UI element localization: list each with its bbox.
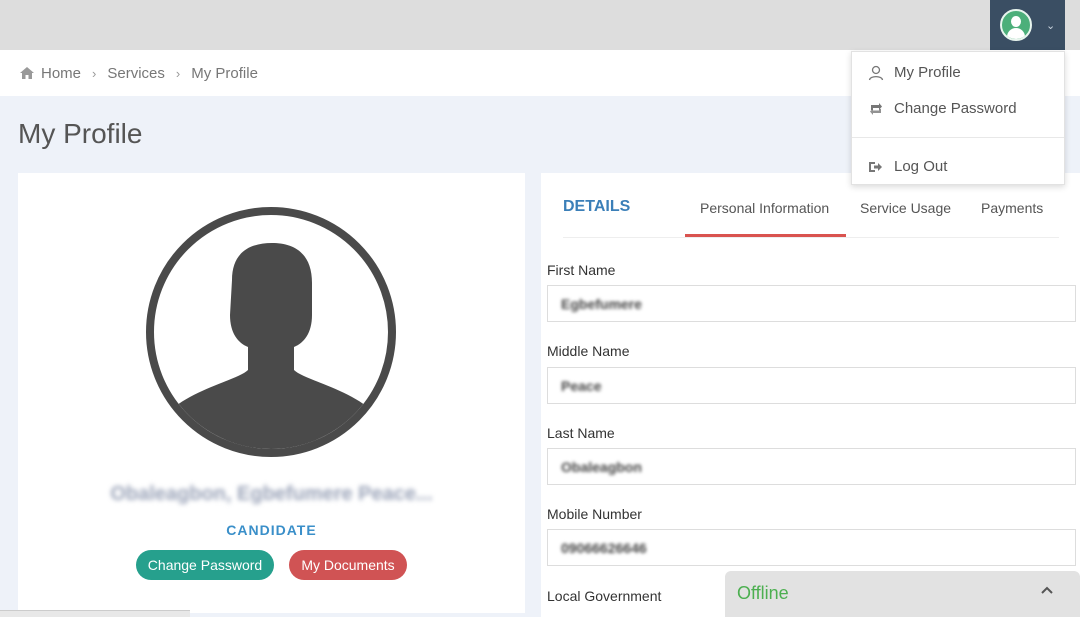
retweet-icon bbox=[868, 102, 884, 116]
horizontal-scrollbar[interactable] bbox=[0, 610, 190, 617]
user-outline-icon bbox=[868, 65, 884, 81]
profile-avatar-icon bbox=[144, 205, 398, 459]
top-navbar: ⌄ bbox=[0, 0, 1080, 50]
menu-item-change-password[interactable]: Change Password bbox=[868, 100, 1017, 117]
logout-icon bbox=[868, 160, 884, 174]
chevron-up-icon[interactable] bbox=[1040, 585, 1054, 595]
menu-divider bbox=[852, 137, 1064, 138]
menu-item-log-out[interactable]: Log Out bbox=[868, 158, 947, 175]
middle-name-field[interactable]: Peace bbox=[547, 367, 1076, 404]
chevron-down-icon: ⌄ bbox=[1046, 19, 1055, 32]
menu-item-my-profile[interactable]: My Profile bbox=[868, 64, 961, 81]
last-name-label: Last Name bbox=[547, 425, 615, 441]
details-heading: DETAILS bbox=[563, 198, 630, 216]
change-password-button[interactable]: Change Password bbox=[136, 550, 274, 580]
tab-divider bbox=[563, 237, 1059, 238]
profile-role-badge: CANDIDATE bbox=[18, 522, 525, 538]
mobile-number-field[interactable]: 09066626646 bbox=[547, 529, 1076, 566]
chevron-right-icon: › bbox=[176, 66, 180, 81]
profile-name: Obaleagbon, Egbefumere Peace... bbox=[18, 483, 525, 506]
profile-card: Obaleagbon, Egbefumere Peace... CANDIDAT… bbox=[18, 173, 525, 613]
details-card: DETAILS Personal Information Service Usa… bbox=[541, 173, 1080, 617]
breadcrumb-home[interactable]: Home bbox=[41, 65, 81, 82]
page-title: My Profile bbox=[18, 118, 142, 150]
first-name-field[interactable]: Egbefumere bbox=[547, 285, 1076, 322]
tab-personal-information[interactable]: Personal Information bbox=[700, 200, 829, 216]
tab-payments[interactable]: Payments bbox=[981, 200, 1043, 216]
last-name-field[interactable]: Obaleagbon bbox=[547, 448, 1076, 485]
user-menu-toggle[interactable]: ⌄ bbox=[990, 0, 1065, 50]
local-government-label: Local Government bbox=[547, 588, 661, 604]
chat-widget[interactable]: Offline bbox=[725, 571, 1080, 617]
my-documents-button[interactable]: My Documents bbox=[289, 550, 407, 580]
breadcrumb-current: My Profile bbox=[191, 65, 258, 82]
mobile-number-label: Mobile Number bbox=[547, 506, 642, 522]
tab-service-usage[interactable]: Service Usage bbox=[860, 200, 951, 216]
breadcrumb-services[interactable]: Services bbox=[107, 65, 165, 82]
chevron-right-icon: › bbox=[92, 66, 96, 81]
user-avatar-icon bbox=[1000, 9, 1032, 41]
middle-name-label: Middle Name bbox=[547, 343, 629, 359]
first-name-label: First Name bbox=[547, 262, 615, 278]
chat-status-label: Offline bbox=[737, 583, 789, 604]
user-dropdown-menu: My Profile Change Password Log Out bbox=[851, 51, 1065, 185]
home-icon bbox=[20, 67, 34, 79]
